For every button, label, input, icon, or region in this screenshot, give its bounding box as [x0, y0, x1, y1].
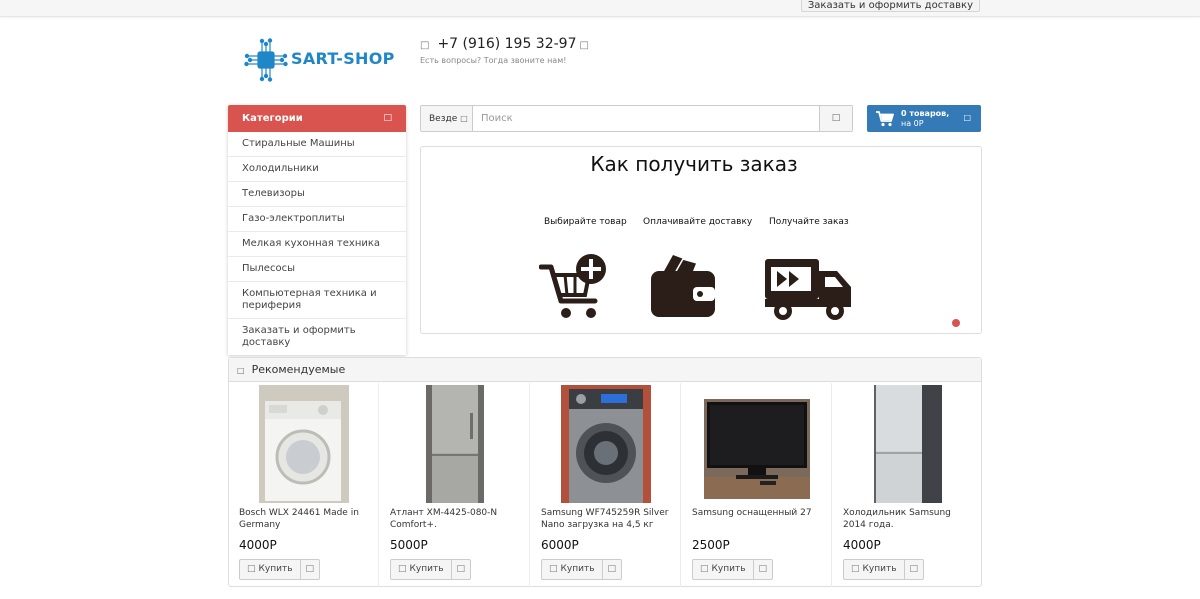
chip-logo-icon — [244, 38, 288, 82]
product-name[interactable]: Samsung оснащенный 27 — [692, 507, 824, 519]
product-image[interactable] — [560, 385, 651, 503]
category-item-stoves[interactable]: Газо-электроплиты — [228, 207, 406, 232]
site-logo[interactable]: SART-SHOP — [244, 38, 404, 84]
cart-icon: □ — [851, 564, 860, 574]
cart-icon: □ — [549, 564, 558, 574]
category-item-computers[interactable]: Компьютерная техника и периферия — [228, 282, 406, 319]
product-name[interactable]: Атлант ХМ-4425-080-N Comfort+. — [390, 507, 522, 531]
recommended-title: Рекомендуемые — [251, 363, 346, 376]
product-price: 4000Р — [239, 538, 277, 552]
search-scope-dropdown[interactable]: Везде □ — [421, 106, 473, 131]
recommended-header: □ Рекомендуемые — [229, 358, 981, 382]
buy-button-group: □ Купить □ — [390, 559, 472, 580]
cart-button[interactable]: 0 товаров, на 0Р □ — [867, 105, 981, 132]
product-card: Samsung оснащенный 27 2500Р □ Купить □ — [682, 383, 832, 587]
top-bar: Заказать и оформить доставку — [0, 0, 1200, 17]
product-name[interactable]: Bosch WLX 24461 Made in Germany — [239, 507, 371, 531]
product-price: 5000Р — [390, 538, 428, 552]
compare-icon: □ — [909, 564, 919, 574]
product-card: Bosch WLX 24461 Made in Germany 4000Р □ К… — [229, 383, 379, 587]
cart-sum: на 0Р — [901, 119, 924, 128]
product-image[interactable] — [874, 385, 942, 503]
buy-button-label: Купить — [258, 564, 293, 574]
star-icon: □ — [237, 366, 245, 375]
buy-button[interactable]: □ Купить — [542, 560, 603, 579]
category-item-tv[interactable]: Телевизоры — [228, 182, 406, 207]
phone-number[interactable]: +7 (916) 195 32-97 — [437, 36, 576, 52]
cart-count: 0 товаров, — [901, 109, 950, 118]
cart-icon: □ — [398, 564, 407, 574]
category-item-washing-machines[interactable]: Стиральные Машины — [228, 132, 406, 157]
product-image[interactable] — [703, 399, 810, 499]
compare-icon: □ — [607, 564, 617, 574]
cart-icon — [876, 111, 894, 127]
buy-button-group: □ Купить □ — [692, 559, 774, 580]
buy-button-group: □ Купить □ — [239, 559, 321, 580]
buy-button[interactable]: □ Купить — [391, 560, 452, 579]
carousel-indicator-dot[interactable] — [952, 319, 960, 327]
compare-button[interactable]: □ — [452, 560, 471, 579]
buy-button[interactable]: □ Купить — [844, 560, 905, 579]
chevron-down-icon: □ — [460, 114, 468, 123]
search-input[interactable] — [474, 106, 819, 131]
category-item-kitchen[interactable]: Мелкая кухонная техника — [228, 232, 406, 257]
product-price: 4000Р — [843, 538, 881, 552]
buy-button-label: Купить — [862, 564, 897, 574]
cart-icon: □ — [247, 564, 256, 574]
contact-phone: □ +7 (916) 195 32-97 □ Есть вопросы? Тогда… — [420, 36, 589, 65]
product-image[interactable] — [425, 385, 484, 503]
categories-header[interactable]: Категории □ — [228, 105, 406, 132]
category-item-vacuums[interactable]: Пылесосы — [228, 257, 406, 282]
step-label-pay: Оплачивайте доставку — [643, 217, 753, 227]
category-item-fridges[interactable]: Холодильники — [228, 157, 406, 182]
search-button[interactable]: □ — [819, 106, 852, 131]
compare-button[interactable]: □ — [603, 560, 622, 579]
product-name[interactable]: Холодильник Samsung 2014 года. — [843, 507, 975, 531]
category-item-delivery[interactable]: Заказать и оформить доставку — [228, 319, 406, 355]
product-card: Холодильник Samsung 2014 года. 4000Р □ Ку… — [833, 383, 983, 587]
buy-button-label: Купить — [560, 564, 595, 574]
buy-button[interactable]: □ Купить — [240, 560, 301, 579]
categories-title: Категории — [242, 113, 303, 124]
buy-button-label: Купить — [711, 564, 746, 574]
cart-add-icon — [539, 254, 606, 318]
logo-text: SART-SHOP — [291, 49, 395, 68]
compare-icon: □ — [758, 564, 768, 574]
chevron-down-icon[interactable]: □ — [580, 40, 589, 51]
categories-menu: Категории □ Стиральные Машины Холодильни… — [228, 105, 406, 355]
step-label-choose: Выбирайте товар — [544, 217, 627, 227]
banner-title: Как получить заказ — [590, 152, 798, 176]
menu-toggle-icon[interactable]: □ — [383, 105, 392, 132]
compare-button[interactable]: □ — [905, 560, 924, 579]
recommended-panel: □ Рекомендуемые Bosch WLX 24461 Made in G… — [228, 357, 982, 587]
phone-icon: □ — [420, 40, 430, 51]
compare-icon: □ — [305, 564, 315, 574]
compare-icon: □ — [456, 564, 466, 574]
product-name[interactable]: Samsung WF745259R Silver Nano загрузка н… — [541, 507, 673, 531]
search-icon: □ — [831, 113, 841, 123]
compare-button[interactable]: □ — [301, 560, 320, 579]
search-scope-label: Везде — [429, 114, 458, 124]
buy-button-label: Купить — [409, 564, 444, 574]
product-card: Samsung WF745259R Silver Nano загрузка н… — [531, 383, 681, 587]
wallet-icon — [651, 255, 715, 317]
top-order-delivery-button[interactable]: Заказать и оформить доставку — [800, 0, 980, 12]
buy-button-group: □ Купить □ — [843, 559, 925, 580]
chevron-down-icon: □ — [963, 113, 971, 122]
search-bar: Везде□ □ — [420, 105, 853, 132]
product-card: Атлант ХМ-4425-080-N Comfort+. 5000Р □ Ку… — [380, 383, 530, 587]
product-price: 2500Р — [692, 538, 730, 552]
buy-button[interactable]: □ Купить — [693, 560, 754, 579]
how-to-order-banner[interactable]: Как получить заказ Выбирайте товар Оплач… — [420, 146, 982, 334]
delivery-truck-icon — [765, 259, 851, 320]
buy-button-group: □ Купить □ — [541, 559, 623, 580]
product-price: 6000Р — [541, 538, 579, 552]
phone-hint: Есть вопросы? Тогда звоните нам! — [420, 56, 567, 65]
product-image[interactable] — [258, 385, 349, 503]
compare-button[interactable]: □ — [754, 560, 773, 579]
cart-icon: □ — [700, 564, 709, 574]
step-label-receive: Получайте заказ — [769, 217, 849, 227]
